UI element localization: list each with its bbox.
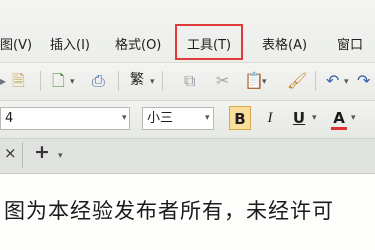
redo-icon[interactable]: ↷ bbox=[357, 72, 370, 90]
font-style-icon[interactable]: 繁 bbox=[130, 71, 144, 89]
document-text: 图为本经验发布者所有，未经许可 bbox=[4, 199, 334, 223]
document-icon[interactable]: 🗎 bbox=[12, 72, 25, 90]
new-document-icon[interactable]: 🗋 bbox=[52, 72, 65, 90]
add-tab-icon[interactable]: + bbox=[34, 141, 50, 163]
format-painter-icon[interactable]: 🖌 bbox=[287, 72, 307, 90]
font-color-dropdown-icon[interactable]: ▾ bbox=[351, 113, 356, 123]
menu-format[interactable]: 格式(O) bbox=[115, 37, 161, 55]
menu-bar: 图(V) 插入(I) 格式(O) 工具(T) 表格(A) 窗口 bbox=[0, 0, 375, 62]
font-name-dropdown-icon[interactable]: ▾ bbox=[122, 113, 127, 123]
paste-icon[interactable]: 📋 bbox=[244, 72, 264, 90]
font-size-input[interactable]: 小三 bbox=[142, 107, 214, 130]
document-icon[interactable]: ▸ bbox=[0, 72, 6, 90]
copy-icon[interactable]: ⧉ bbox=[184, 72, 195, 90]
menu-table[interactable]: 表格(A) bbox=[262, 37, 307, 55]
undo-icon[interactable]: ↶ bbox=[326, 72, 339, 90]
menu-insert[interactable]: 插入(I) bbox=[50, 37, 90, 55]
menu-tools[interactable]: 工具(T) bbox=[175, 24, 244, 60]
underline-button[interactable]: U bbox=[288, 106, 310, 130]
italic-button[interactable]: I bbox=[259, 106, 281, 130]
cut-icon[interactable]: ✂ bbox=[216, 72, 229, 90]
tab-dropdown-icon[interactable]: ▾ bbox=[58, 151, 63, 161]
close-tab-icon[interactable]: × bbox=[4, 144, 17, 162]
print-preview-icon[interactable]: ⎙ bbox=[92, 72, 105, 90]
font-color-swatch bbox=[331, 127, 347, 130]
menu-window[interactable]: 窗口 bbox=[337, 37, 363, 55]
font-size-dropdown-icon[interactable]: ▾ bbox=[205, 113, 210, 123]
document-tab-strip bbox=[0, 138, 375, 174]
underline-dropdown-icon[interactable]: ▾ bbox=[312, 113, 317, 123]
bold-button[interactable]: B bbox=[229, 106, 251, 130]
standard-toolbar: ▸ 🗎 🗋 ▾ ⎙ 繁 ▾ ⧉ ✂ 📋 ▾ 🖌 ↶ ▾ ↷ bbox=[0, 62, 375, 101]
font-name-input[interactable]: 4 bbox=[0, 107, 130, 130]
menu-view[interactable]: 图(V) bbox=[0, 37, 32, 55]
